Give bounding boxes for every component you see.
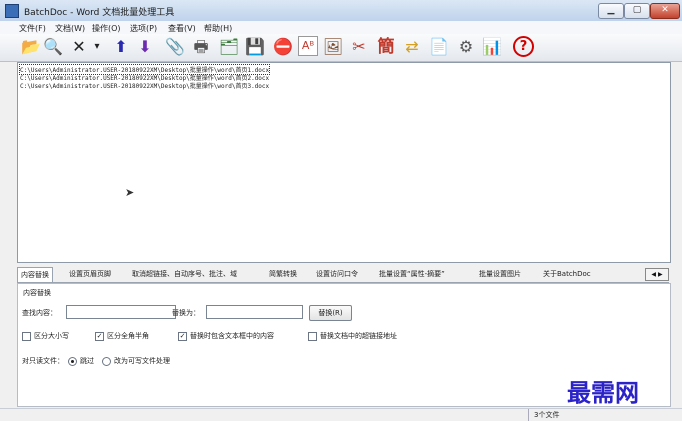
replace-hyperlink-label: 替换文档中的超链接地址 (320, 332, 397, 340)
print-icon[interactable]: 🖶 (190, 36, 212, 58)
writable-radio[interactable]: 改为可写文件处理 (102, 356, 170, 366)
group-title: 内容替换 (23, 289, 51, 297)
file-row[interactable]: C:\Users\Administrator.USER-20180922XM\D… (20, 81, 269, 90)
move-up-icon[interactable]: ⬆ (110, 36, 132, 58)
checkbox-box[interactable] (22, 331, 31, 341)
tab-header-footer[interactable]: 设置页眉页脚 (69, 269, 111, 279)
replace-button[interactable]: 替换(R) (309, 305, 352, 321)
include-textbox-checkbox[interactable]: ✓ 替换时包含文本框中的内容 (178, 331, 274, 341)
status-separator (528, 409, 529, 421)
skip-radio-label: 跳过 (80, 357, 94, 365)
readonly-label: 对只读文件： (22, 357, 64, 365)
tab-sc-tc[interactable]: 简繁转换 (269, 269, 297, 279)
app-icon (5, 4, 19, 18)
tab-content-replace[interactable]: 内容替换 (17, 267, 53, 282)
title-bar: BatchDoc - Word 文档批量处理工具 ▁ ▢ ✕ (0, 0, 682, 22)
writable-radio-label: 改为可写文件处理 (114, 357, 170, 365)
move-down-icon[interactable]: ⬇ (134, 36, 156, 58)
tab-properties[interactable]: 批量设置“属性-摘要” (379, 269, 445, 279)
tab-strip: 内容替换 设置页眉页脚 取消超链接、自动序号、批注、域 简繁转换 设置访问口令 … (17, 267, 669, 283)
find-label: 查找内容： (22, 309, 57, 317)
mouse-cursor-icon: ➤ (125, 186, 135, 199)
menu-operation[interactable]: 操作(O) (92, 23, 121, 34)
menu-help[interactable]: 帮助(H) (204, 23, 232, 34)
menu-bar: 文件(F) 文档(W) 操作(O) 选项(P) 查看(V) 帮助(H) (0, 21, 682, 35)
maximize-button[interactable]: ▢ (624, 3, 650, 19)
include-textbox-label: 替换时包含文本框中的内容 (190, 332, 274, 340)
radio-button[interactable] (102, 356, 111, 366)
minimize-button[interactable]: ▁ (598, 3, 624, 19)
checkbox-box[interactable]: ✓ (95, 331, 104, 341)
picture-icon[interactable]: 🖼 (322, 36, 344, 58)
tools-icon[interactable]: ✂ (348, 36, 370, 58)
tree-icon[interactable]: 🗂 (218, 36, 240, 58)
delete-icon[interactable]: ✕ (68, 36, 90, 58)
case-sensitive-checkbox[interactable]: 区分大小写 (22, 331, 69, 341)
settings-icon[interactable]: ⚙ (455, 36, 477, 58)
radio-button[interactable] (68, 356, 77, 366)
convert-icon[interactable]: ⇄ (401, 36, 423, 58)
tab-about[interactable]: 关于BatchDoc (543, 269, 591, 279)
close-button[interactable]: ✕ (650, 3, 680, 19)
case-sensitive-label: 区分大小写 (34, 332, 69, 340)
status-bar: 3个文件 (0, 408, 682, 421)
tab-scroll-arrows[interactable]: ◀ ▶ (645, 268, 669, 281)
replace-input[interactable] (206, 305, 303, 319)
menu-options[interactable]: 选项(P) (130, 23, 157, 34)
remove-doc-icon[interactable]: ⛔ (272, 36, 294, 58)
help-icon[interactable]: ? (513, 36, 534, 57)
toolbar: 📂 🔍 ✕ ▾ ⬆ ⬇ 📎 🖶 🗂 💾 ⛔ Aᴮ 🖼 ✂ 簡 ⇄ 📄 ⚙ 📊? (0, 34, 682, 62)
tab-remove-links[interactable]: 取消超链接、自动序号、批注、域 (132, 269, 237, 279)
font-icon[interactable]: Aᴮ (298, 36, 318, 56)
replace-label: 替换为： (172, 309, 200, 317)
width-sensitive-label: 区分全角半角 (107, 332, 149, 340)
width-sensitive-checkbox[interactable]: ✓ 区分全角半角 (95, 331, 149, 341)
app-window: BatchDoc - Word 文档批量处理工具 ▁ ▢ ✕ 文件(F) 文档(… (0, 0, 682, 421)
skip-radio[interactable]: 跳过 (68, 356, 94, 366)
find-input[interactable] (66, 305, 176, 319)
tab-images[interactable]: 批量设置图片 (479, 269, 521, 279)
simplified-traditional-icon[interactable]: 簡 (375, 36, 397, 58)
menu-file[interactable]: 文件(F) (19, 23, 46, 34)
tab-password[interactable]: 设置访问口令 (316, 269, 358, 279)
checkbox-box[interactable] (308, 331, 317, 341)
menu-document[interactable]: 文档(W) (55, 23, 85, 34)
window-title: BatchDoc - Word 文档批量处理工具 (24, 8, 175, 18)
checkbox-box[interactable]: ✓ (178, 331, 187, 341)
replace-hyperlink-checkbox[interactable]: 替换文档中的超链接地址 (308, 331, 397, 341)
document-icon[interactable]: 📄 (428, 36, 450, 58)
save-icon[interactable]: 💾 (244, 36, 266, 58)
add-files-icon[interactable]: 📂 (20, 36, 42, 58)
attach-icon[interactable]: 📎 (164, 36, 186, 58)
dropdown-icon[interactable]: ▾ (92, 36, 102, 58)
stats-icon[interactable]: 📊 (481, 36, 503, 58)
file-list[interactable]: C:\Users\Administrator.USER-20180922XM\D… (17, 62, 671, 263)
add-folder-icon[interactable]: 🔍 (42, 36, 64, 58)
menu-view[interactable]: 查看(V) (168, 23, 196, 34)
watermark-logo: 最需网 (567, 379, 639, 407)
file-count: 3个文件 (534, 411, 560, 419)
